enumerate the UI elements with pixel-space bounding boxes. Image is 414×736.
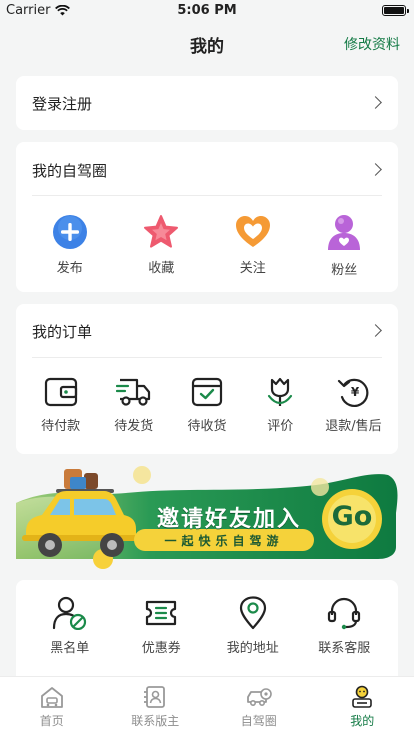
circle-grid: 发布 收藏 关注 粉丝 [16, 214, 398, 278]
circle-item-label: 关注 [239, 261, 266, 276]
circle-item-publish[interactable]: 发布 [32, 214, 108, 278]
status-time: 5:06 PM [177, 3, 237, 18]
tab-label: 联系版主 [131, 714, 180, 728]
order-item-refund[interactable]: ¥ 退款/售后 [317, 376, 390, 434]
chevron-right-icon [369, 96, 382, 109]
service-item-coupon[interactable]: 优惠券 [123, 596, 199, 656]
tab-bar: 首页 联系版主 自驾圈 我的 [0, 676, 414, 736]
circle-item-label: 粉丝 [331, 263, 358, 278]
order-item-pending-receipt[interactable]: 待收货 [170, 376, 243, 434]
edit-profile-button[interactable]: 修改资料 [344, 34, 400, 54]
plus-circle-icon [52, 215, 87, 249]
circle-card: 我的自驾圈 发布 收藏 关注 粉丝 [16, 142, 398, 292]
refund-icon: ¥ [338, 378, 369, 407]
star-icon [144, 215, 179, 248]
go-button[interactable]: Go [322, 501, 382, 532]
orders-card: 我的订单 待付款 待发货 待收货 评价 ¥ 退款/售后 [16, 304, 398, 454]
divider [32, 357, 382, 358]
location-icon [239, 596, 266, 630]
box-check-icon [191, 377, 223, 407]
services-grid: 黑名单 优惠券 我的地址 联系客服 [16, 596, 398, 656]
tulip-icon [268, 377, 293, 406]
order-item-pending-payment[interactable]: 待付款 [24, 376, 97, 434]
tab-home[interactable]: 首页 [0, 677, 104, 736]
headset-icon [328, 597, 361, 630]
wallet-icon [44, 377, 77, 407]
circle-item-fans[interactable]: 粉丝 [306, 214, 382, 278]
profile-icon [352, 685, 373, 708]
invite-banner[interactable]: 邀请好友加入 一起快乐自驾游 Go [16, 463, 398, 573]
home-icon [40, 687, 63, 708]
service-item-blacklist[interactable]: 黑名单 [32, 596, 108, 656]
tab-self-drive-circle[interactable]: 自驾圈 [207, 677, 311, 736]
nav-bar: 我的 修改资料 [0, 22, 414, 62]
order-item-label: 待发货 [114, 419, 154, 434]
order-item-label: 退款/售后 [325, 419, 382, 434]
truck-icon [115, 378, 150, 406]
chevron-right-icon [369, 163, 382, 176]
tab-mine[interactable]: 我的 [311, 677, 414, 736]
circle-item-label: 发布 [56, 261, 83, 276]
tab-label: 我的 [350, 714, 375, 728]
order-item-pending-shipment[interactable]: 待发货 [97, 376, 170, 434]
service-item-label: 联系客服 [318, 641, 371, 656]
login-register-label: 登录注册 [32, 95, 93, 113]
circle-item-label: 收藏 [148, 261, 175, 276]
circle-header[interactable]: 我的自驾圈 [16, 142, 398, 195]
circle-item-follow[interactable]: 关注 [215, 214, 291, 278]
order-item-label: 待收货 [187, 419, 227, 434]
tab-label: 自驾圈 [240, 714, 277, 728]
service-item-address[interactable]: 我的地址 [215, 596, 291, 656]
user-icon [328, 215, 361, 250]
blacklist-icon [52, 596, 86, 630]
service-item-customer-service[interactable]: 联系客服 [306, 596, 382, 656]
banner-headline: 邀请好友加入 [156, 507, 301, 532]
chevron-right-icon [369, 324, 382, 337]
service-item-label: 我的地址 [226, 641, 279, 656]
coupon-icon [146, 600, 177, 626]
circle-item-favorite[interactable]: 收藏 [123, 214, 199, 278]
circle-title: 我的自驾圈 [32, 162, 108, 180]
order-item-review[interactable]: 评价 [244, 376, 317, 434]
tab-contact-moderator[interactable]: 联系版主 [104, 677, 208, 736]
orders-grid: 待付款 待发货 待收货 评价 ¥ 退款/售后 [16, 376, 398, 434]
heart-icon [235, 216, 270, 247]
svg-text:¥: ¥ [351, 385, 360, 399]
banner-subtitle: 一起快乐自驾游 [164, 534, 284, 548]
battery-icon [382, 5, 409, 16]
order-item-label: 评价 [267, 419, 294, 434]
status-bar: Carrier 5:06 PM [0, 0, 414, 22]
services-card: 黑名单 优惠券 我的地址 联系客服 [16, 580, 398, 676]
orders-header[interactable]: 我的订单 [16, 304, 398, 357]
car-circle-icon [246, 688, 272, 707]
orders-title: 我的订单 [32, 323, 93, 341]
login-register-row[interactable]: 登录注册 [16, 76, 398, 130]
service-item-label: 优惠券 [141, 641, 181, 656]
contact-icon [144, 686, 166, 708]
tab-label: 首页 [39, 714, 64, 728]
order-item-label: 待付款 [41, 419, 81, 434]
service-item-label: 黑名单 [50, 641, 90, 656]
divider [32, 195, 382, 196]
